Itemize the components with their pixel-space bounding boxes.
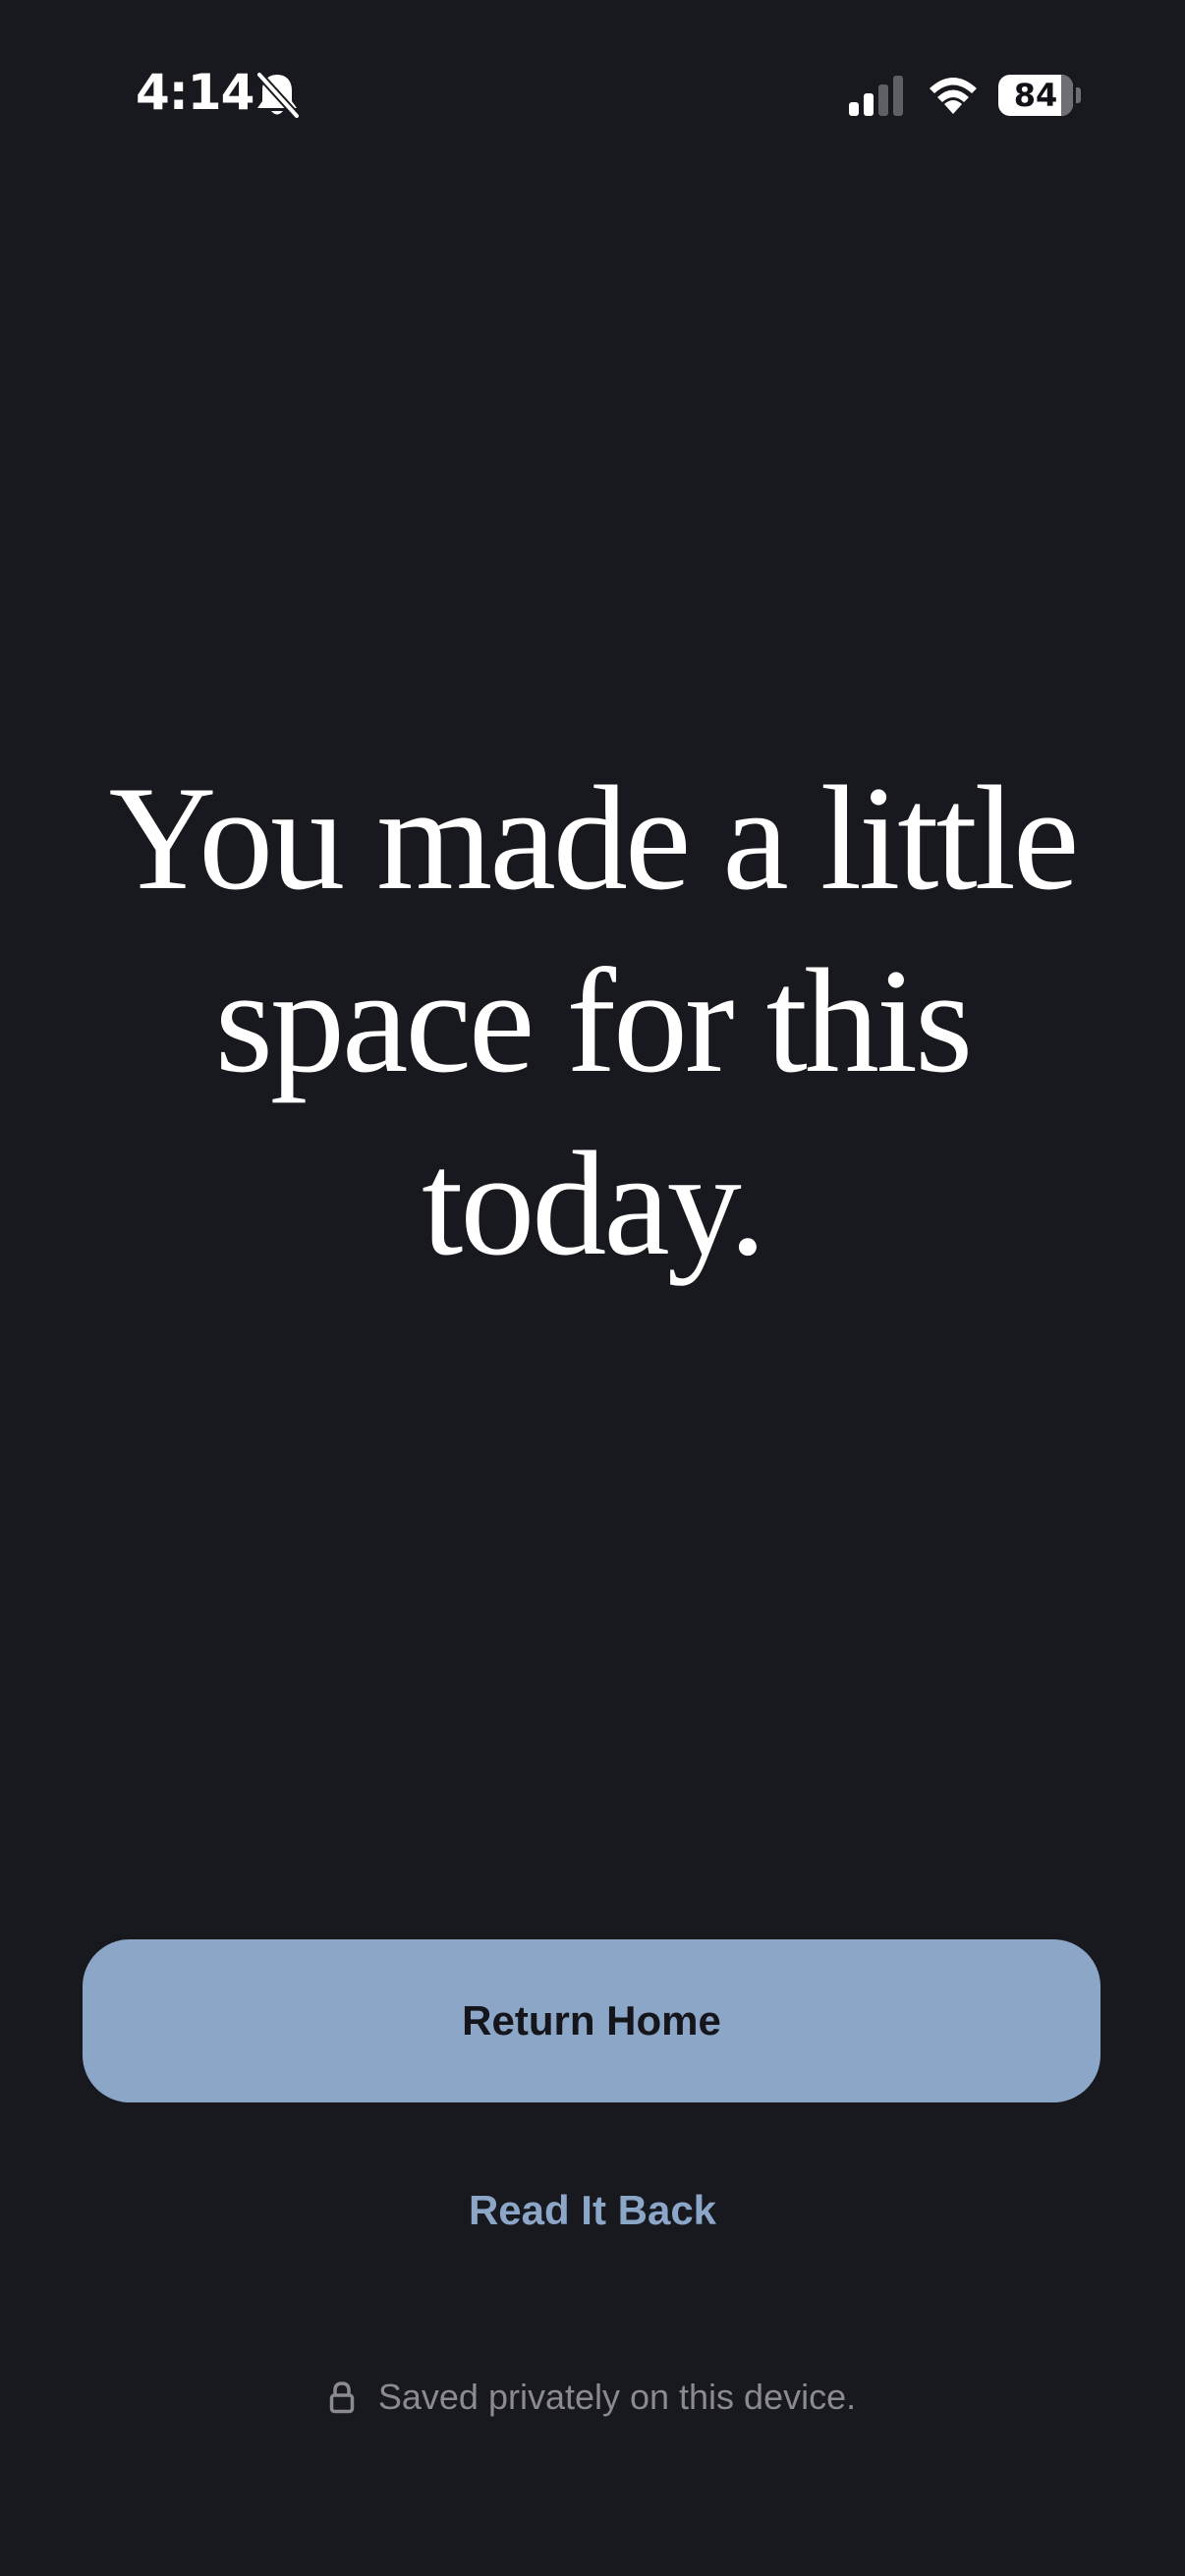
privacy-note: Saved privately on this device. [0, 2368, 1185, 2427]
battery-cap [1076, 87, 1081, 103]
return-home-button[interactable]: Return Home [83, 1939, 1100, 2102]
privacy-note-text: Saved privately on this device. [377, 2377, 857, 2417]
wifi-icon [930, 78, 977, 114]
lock-icon [329, 2381, 355, 2414]
battery-indicator: 84 [998, 75, 1081, 116]
completion-message: You made a little space for this today. [108, 756, 1080, 1286]
battery-level: 84 [1013, 77, 1058, 114]
status-time: 4:14 [136, 64, 254, 121]
read-it-back-link[interactable]: Read It Back [298, 2176, 887, 2245]
bell-slash-icon [255, 71, 301, 120]
cellular-signal-icon [849, 76, 903, 116]
status-bar: 4:14 84 [0, 0, 1185, 196]
